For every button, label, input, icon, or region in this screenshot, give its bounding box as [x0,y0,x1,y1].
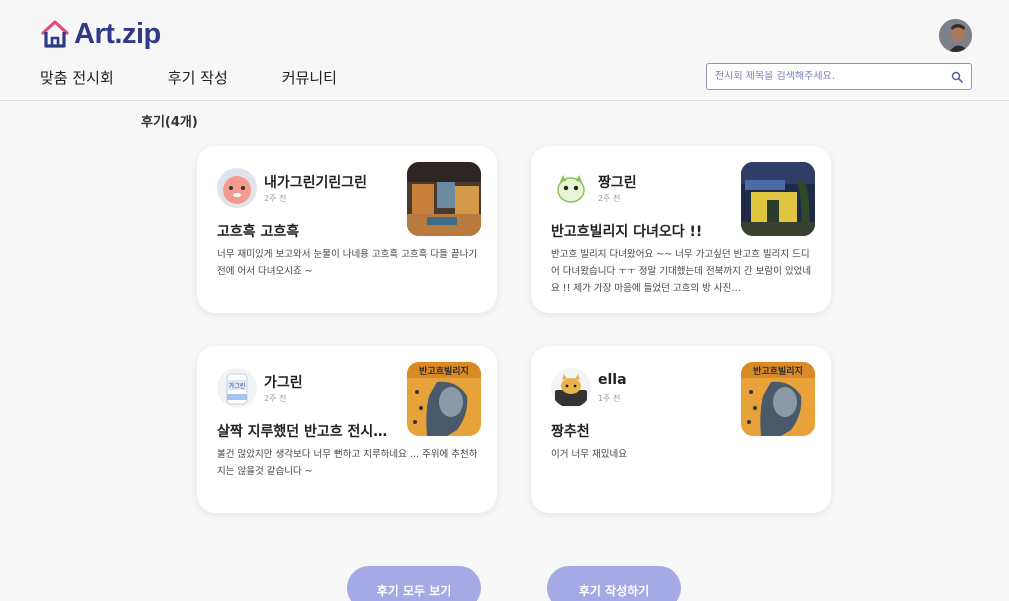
search-bar [706,63,972,90]
nav-item-custom-exhibition[interactable]: 맞춤 전시회 [40,67,114,88]
avatar-photo-icon [939,19,972,52]
exhibition-hall-photo [407,162,481,236]
svg-text:반고흐빌리지: 반고흐빌리지 [753,365,803,377]
review-card[interactable]: 내가그린기린그린 2주 전 고흐흑 고흐흑 너무 재미있게 보고와서 눈물이 나… [197,146,497,313]
review-time: 2주 전 [264,194,287,203]
green-character-icon [551,168,591,208]
header: Art.zip 맞춤 전시회 후기 작성 커뮤니티 [0,0,1009,101]
pink-character-icon [217,168,257,208]
review-body: 너무 재미있게 보고와서 눈물이 나네용 고흐흑 고흐흑 다들 끝나기 전에 어… [217,249,478,277]
main-nav: 맞춤 전시회 후기 작성 커뮤니티 [40,67,391,88]
review-card[interactable]: 가그린 가그린 2주 전 반고흐빌리지 살짝 지루했던 반고흐 전시… 볼건 많… [197,346,497,513]
write-review-button[interactable]: 후기 작성하기 [547,566,681,601]
review-body: 볼건 많았지만 생각보다 너무 뻔하고 지루하네요 ... 주위에 추천하지는 … [217,449,478,477]
view-all-reviews-button[interactable]: 후기 모두 보기 [347,566,481,601]
review-user-name: 짱그린 [598,175,637,191]
review-user-name: 가그린 [264,375,303,391]
user-avatar[interactable] [939,19,972,52]
review-card[interactable]: ella 1주 전 반고흐빌리지 짱추천 이거 너무 재밌네요 [531,346,831,513]
nav-item-write-review[interactable]: 후기 작성 [168,67,228,88]
search-input[interactable] [715,71,951,82]
village-night-photo [741,162,815,236]
review-time: 2주 전 [264,394,287,403]
review-body: 반고흐 빌리지 다녀왔어요 ~~ 너무 가고싶던 반고흐 빌리지 드디어 다녀왔… [551,249,812,294]
review-title: 고흐흑 고흐흑 [217,224,300,240]
home-icon [41,20,69,48]
review-title: 짱추천 [551,424,590,440]
van-gogh-poster: 반고흐빌리지 [407,362,481,436]
svg-text:반고흐빌리지: 반고흐빌리지 [419,365,469,377]
review-title: 반고흐빌리지 다녀오다 !! [551,224,703,240]
cat-character-icon [551,368,591,408]
logo[interactable]: Art.zip [40,16,161,52]
nav-item-community[interactable]: 커뮤니티 [282,67,337,88]
reviews-count-title: 후기(4개) [141,115,198,130]
review-time: 1주 전 [598,394,621,403]
review-title: 살짝 지루했던 반고흐 전시… [217,424,388,440]
svg-text:가그린: 가그린 [229,382,246,390]
review-user-name: ella [598,372,627,388]
review-body: 이거 너무 재밌네요 [551,449,627,460]
review-time: 2주 전 [598,194,621,203]
review-user-name: 내가그린기린그린 [264,175,368,191]
van-gogh-poster: 반고흐빌리지 [741,362,815,436]
search-icon[interactable] [951,71,963,83]
mouthwash-bottle-icon: 가그린 [217,368,257,408]
brand-name: Art.zip [74,17,161,50]
review-card[interactable]: 짱그린 2주 전 반고흐빌리지 다녀오다 !! 반고흐 빌리지 다녀왔어요 ~~… [531,146,831,313]
